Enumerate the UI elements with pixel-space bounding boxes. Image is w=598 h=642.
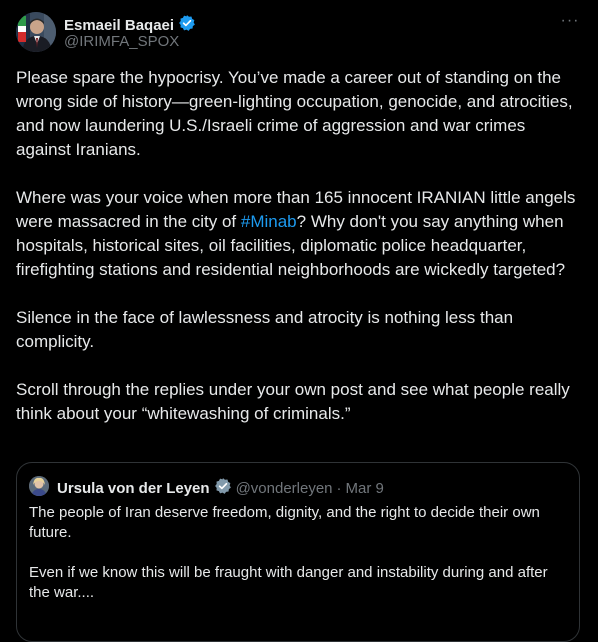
tweet-paragraph-2: Where was your voice when more than 165 … (16, 186, 584, 282)
quoted-text: The people of Iran deserve freedom, dign… (29, 503, 569, 603)
tweet-paragraph-3: Silence in the face of lawlessness and a… (16, 308, 514, 351)
more-options-icon[interactable]: ··· (558, 12, 582, 32)
quoted-header: Ursula von der Leyen @vonderleyen · Mar … (57, 477, 384, 501)
tweet-paragraph-4: Scroll through the replies under your ow… (16, 380, 570, 423)
quoted-author-name[interactable]: Ursula von der Leyen (57, 479, 210, 499)
verified-badge-icon (178, 14, 196, 37)
quoted-tweet[interactable]: Ursula von der Leyen @vonderleyen · Mar … (16, 462, 580, 642)
author-name[interactable]: Esmaeil Baqaei (64, 17, 174, 35)
quoted-author-handle[interactable]: @vonderleyen (236, 479, 333, 499)
quoted-date[interactable]: Mar 9 (346, 479, 384, 499)
quoted-author-avatar[interactable] (29, 476, 49, 496)
quoted-separator: · (336, 480, 342, 497)
tweet-text: Please spare the hypocrisy. You’ve made … (16, 66, 584, 426)
author-handle[interactable]: @IRIMFA_SPOX (64, 33, 179, 51)
hashtag-link-minab[interactable]: #Minab (241, 212, 297, 231)
quoted-paragraph-1: The people of Iran deserve freedom, dign… (29, 504, 540, 541)
author-avatar[interactable] (16, 12, 56, 52)
tweet-paragraph-1: Please spare the hypocrisy. You’ve made … (16, 68, 573, 159)
verified-badge-gray-icon (214, 477, 232, 501)
tweet: Esmaeil Baqaei @IRIMFA_SPOX ··· Please s… (0, 0, 598, 642)
quoted-paragraph-2: Even if we know this will be fraught wit… (29, 564, 548, 601)
